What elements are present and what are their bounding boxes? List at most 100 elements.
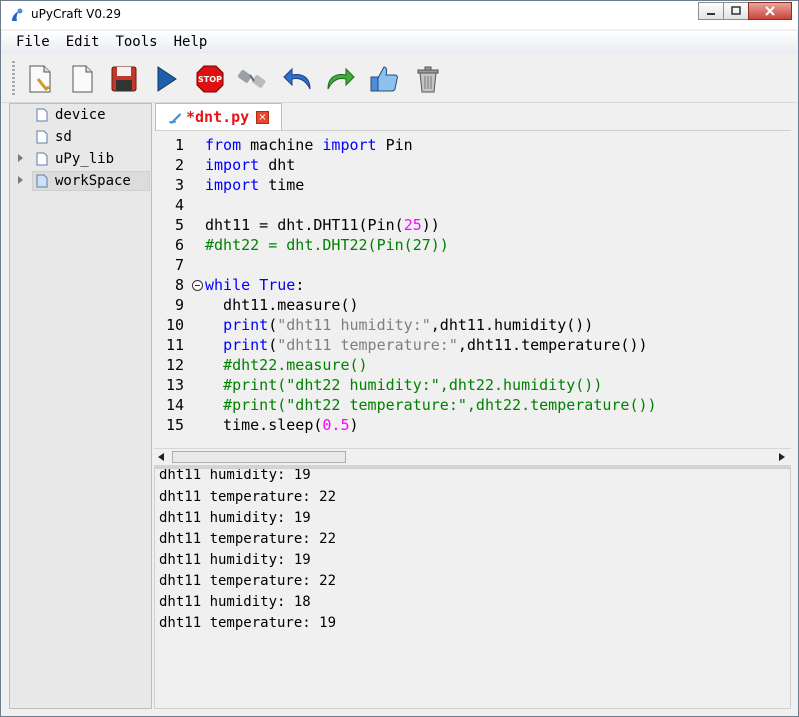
file-icon	[36, 152, 48, 166]
menu-edit[interactable]: Edit	[58, 31, 108, 53]
line-number: 3	[174, 176, 184, 194]
code-line[interactable]: time.sleep(0.5)	[205, 416, 358, 434]
file-icon	[36, 130, 48, 144]
horizontal-scrollbar[interactable]	[154, 448, 791, 465]
tree-item-upy-lib[interactable]: uPy_lib	[10, 149, 150, 169]
line-number: 13	[165, 376, 184, 394]
redo-arrow-icon	[327, 67, 355, 90]
console-line: dht11 temperature: 19	[159, 615, 337, 631]
tree-item-label: uPy_lib	[55, 151, 115, 167]
tree-item-workspace[interactable]: workSpace	[10, 171, 150, 191]
console-line: dht11 humidity: 19	[159, 468, 311, 483]
maximize-icon	[731, 6, 741, 15]
upycraft-logo-icon	[12, 8, 23, 21]
trash-can-icon	[417, 66, 439, 93]
close-tab-icon[interactable]: ×	[256, 111, 269, 124]
line-number: 12	[165, 356, 184, 374]
toolbar-grip	[12, 61, 15, 95]
play-icon	[157, 66, 177, 92]
scrollbar-thumb[interactable]	[172, 451, 346, 463]
console-output[interactable]: dht11 humidity: 19 dht11 temperature: 22…	[154, 468, 791, 709]
file-icon	[72, 65, 93, 93]
tab-dnt-py[interactable]: *dnt.py ×	[155, 103, 282, 130]
python-file-icon	[169, 113, 181, 124]
file-tree-sidebar: device sd uPy_lib workSpace	[9, 103, 152, 709]
console-line: dht11 humidity: 18	[159, 594, 311, 610]
console-line: dht11 humidity: 19	[159, 510, 311, 526]
code-line[interactable]: #print("dht22 humidity:",dht22.humidity(…	[205, 376, 602, 394]
redo-button[interactable]	[324, 63, 356, 95]
close-window-button[interactable]	[748, 2, 792, 20]
code-line[interactable]: #dht22 = dht.DHT22(Pin(27))	[205, 236, 449, 254]
scroll-left-icon[interactable]	[158, 453, 164, 461]
new-file-button[interactable]	[24, 63, 56, 95]
undo-arrow-icon	[283, 67, 311, 90]
editor-area: *dnt.py × 1 2 3 4 5 6 7 8 9 10 11 12 13 …	[154, 103, 791, 465]
floppy-disk-icon	[111, 66, 137, 92]
plug-connect-icon	[238, 70, 266, 88]
minimize-button[interactable]	[698, 2, 724, 20]
console-line: dht11 temperature: 22	[159, 489, 337, 505]
file-icon	[36, 174, 48, 188]
stop-sign-icon: STOP	[196, 65, 224, 93]
window-title: uPyCraft V0.29	[31, 7, 122, 21]
code-line[interactable]: dht11 = dht.DHT11(Pin(25))	[205, 216, 440, 234]
open-file-button[interactable]	[66, 63, 98, 95]
code-line[interactable]: import time	[205, 176, 304, 194]
code-line[interactable]: from machine import Pin	[205, 136, 413, 154]
code-line[interactable]: print("dht11 temperature:",dht11.tempera…	[205, 336, 647, 354]
tree-item-label: workSpace	[55, 173, 131, 189]
download-run-button[interactable]	[150, 63, 182, 95]
line-number: 8	[174, 276, 184, 294]
clear-button[interactable]	[412, 63, 444, 95]
menu-tools[interactable]: Tools	[107, 31, 165, 53]
stop-button[interactable]: STOP	[194, 63, 226, 95]
toolbar: STOP	[2, 55, 797, 103]
expand-arrow-icon[interactable]	[18, 154, 23, 162]
tab-label: *dnt.py	[186, 108, 250, 126]
new-file-icon	[29, 65, 51, 93]
line-number: 5	[174, 216, 184, 234]
svg-text:STOP: STOP	[198, 75, 222, 84]
app-window: uPyCraft V0.29 File Edit Tools Help STOP…	[0, 0, 799, 717]
connect-button[interactable]	[236, 63, 268, 95]
file-icon	[36, 108, 48, 122]
code-line[interactable]: #print("dht22 temperature:",dht22.temper…	[205, 396, 656, 414]
line-number: 7	[174, 256, 184, 274]
minimize-icon	[707, 13, 715, 15]
line-number: 2	[174, 156, 184, 174]
menu-file[interactable]: File	[8, 31, 58, 53]
menu-bar: File Edit Tools Help	[2, 31, 797, 53]
line-number: 14	[165, 396, 184, 414]
save-button[interactable]	[108, 63, 140, 95]
console-line: dht11 humidity: 19	[159, 552, 311, 568]
tree-item-sd[interactable]: sd	[10, 127, 150, 147]
scroll-right-icon[interactable]	[779, 453, 785, 461]
code-editor[interactable]: 1 2 3 4 5 6 7 8 9 10 11 12 13 14 15 from…	[154, 130, 791, 448]
code-line[interactable]: print("dht11 humidity:",dht11.humidity()…	[205, 316, 593, 334]
code-line[interactable]: dht11.measure()	[205, 296, 358, 314]
maximize-button[interactable]	[723, 2, 749, 20]
thumbs-up-icon	[370, 66, 398, 92]
console-line: dht11 temperature: 22	[159, 531, 337, 547]
undo-button[interactable]	[282, 63, 314, 95]
window-controls	[698, 2, 792, 20]
line-number: 15	[165, 416, 184, 434]
title-bar: uPyCraft V0.29	[1, 1, 798, 29]
expand-arrow-icon[interactable]	[18, 176, 23, 184]
line-number: 10	[165, 316, 184, 334]
menu-help[interactable]: Help	[166, 31, 216, 53]
line-number: 4	[174, 196, 184, 214]
tree-item-device[interactable]: device	[10, 105, 150, 125]
code-line[interactable]: while True:	[205, 276, 304, 294]
syntax-check-button[interactable]	[368, 63, 400, 95]
line-number: 1	[174, 136, 184, 154]
fold-marker-icon[interactable]	[192, 280, 203, 291]
code-line[interactable]: #dht22.measure()	[205, 356, 368, 374]
line-number-gutter: 1 2 3 4 5 6 7 8 9 10 11 12 13 14 15	[154, 131, 192, 449]
code-line[interactable]: import dht	[205, 156, 295, 174]
line-number: 9	[174, 296, 184, 314]
console-line: dht11 temperature: 22	[159, 573, 337, 589]
tree-item-label: sd	[55, 129, 72, 145]
line-number: 6	[174, 236, 184, 254]
